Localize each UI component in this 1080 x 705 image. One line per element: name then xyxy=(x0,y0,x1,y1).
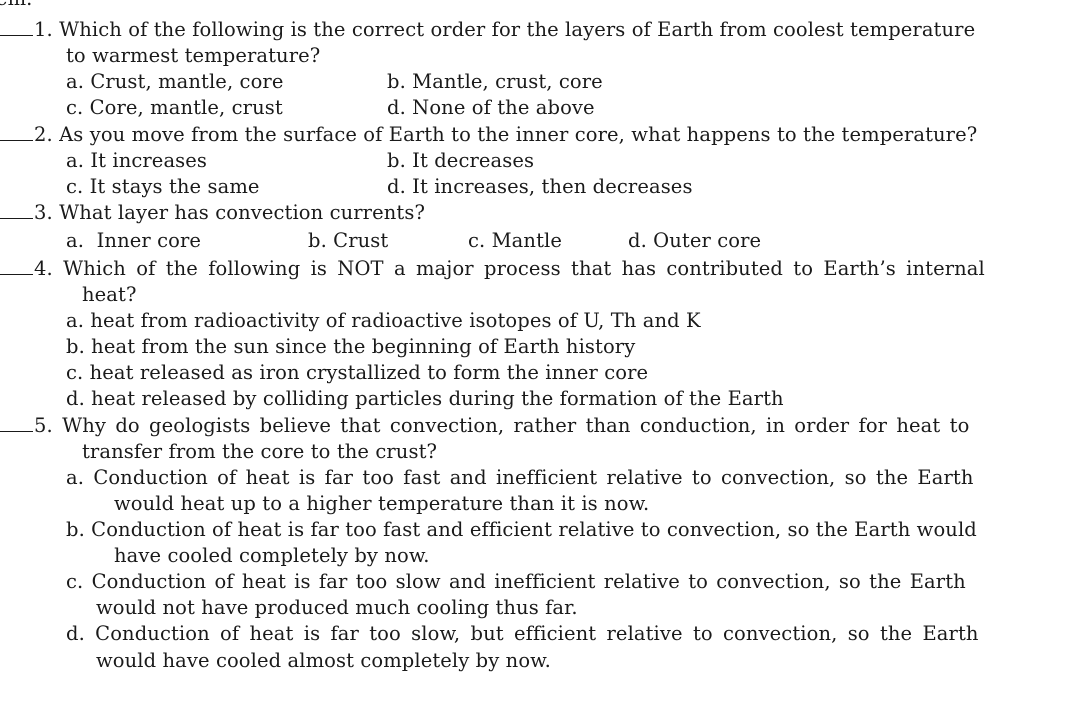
question-text: As you move from the surface of Earth to… xyxy=(59,123,978,146)
question-text: Which of the following is NOT a major pr… xyxy=(63,257,985,280)
option-c: c. It stays the same xyxy=(66,175,260,198)
option-c: c. Conduction of heat is far too slow an… xyxy=(66,570,966,593)
option-d: d. Outer core xyxy=(628,229,762,252)
question-number: 3. xyxy=(34,201,53,224)
question-text: Why do geologists believe that convectio… xyxy=(62,414,970,437)
answer-blank-3[interactable] xyxy=(0,200,33,219)
option-b: b. Conduction of heat is far too fast an… xyxy=(66,518,977,541)
option-d: d. Conduction of heat is far too slow, b… xyxy=(66,622,979,645)
option-d-continued: would have cooled almost completely by n… xyxy=(96,649,551,672)
question-5-stem: 5. Why do geologists believe that convec… xyxy=(0,413,969,439)
question-text-continued: heat? xyxy=(82,283,137,306)
answer-blank-1[interactable] xyxy=(0,17,33,36)
answer-blank-4[interactable] xyxy=(0,256,33,275)
option-a: a. Conduction of heat is far too fast an… xyxy=(66,466,974,489)
question-text-continued: transfer from the core to the crust? xyxy=(82,440,438,463)
option-b: b. Crust xyxy=(308,229,389,252)
option-b-continued: have cooled completely by now. xyxy=(114,544,430,567)
question-1-stem: 1. Which of the following is the correct… xyxy=(0,17,975,43)
question-text: Which of the following is the correct or… xyxy=(59,18,976,41)
option-a: a. Inner core xyxy=(66,229,202,252)
option-d: d. heat released by colliding particles … xyxy=(66,387,784,410)
option-a: a. It increases xyxy=(66,149,208,172)
question-text: What layer has convection currents? xyxy=(59,201,426,224)
option-d: d. None of the above xyxy=(387,96,595,119)
question-number: 2. xyxy=(34,123,53,146)
question-number: 4. xyxy=(34,257,53,280)
question-text-continued: to warmest temperature? xyxy=(66,44,321,67)
option-b: b. heat from the sun since the beginning… xyxy=(66,335,636,358)
question-number: 1. xyxy=(34,18,53,41)
option-c: c. Core, mantle, crust xyxy=(66,96,283,119)
option-c: c. Mantle xyxy=(468,229,562,252)
option-c-continued: would not have produced much cooling thu… xyxy=(96,596,578,619)
option-a: a. heat from radioactivity of radioactiv… xyxy=(66,309,701,332)
option-d: d. It increases, then decreases xyxy=(387,175,693,198)
option-b: b. It decreases xyxy=(387,149,535,172)
question-4-stem: 4. Which of the following is NOT a major… xyxy=(0,256,985,282)
option-a: a. Crust, mantle, core xyxy=(66,70,284,93)
option-b: b. Mantle, crust, core xyxy=(387,70,603,93)
question-number: 5. xyxy=(34,414,53,437)
answer-blank-5[interactable] xyxy=(0,413,33,432)
option-c: c. heat released as iron crystallized to… xyxy=(66,361,649,384)
answer-blank-2[interactable] xyxy=(0,122,33,141)
header-fragment: tem. xyxy=(0,0,32,12)
question-3-stem: 3. What layer has convection currents? xyxy=(0,200,425,226)
question-2-stem: 2. As you move from the surface of Earth… xyxy=(0,122,977,148)
option-a-continued: would heat up to a higher temperature th… xyxy=(114,492,650,515)
